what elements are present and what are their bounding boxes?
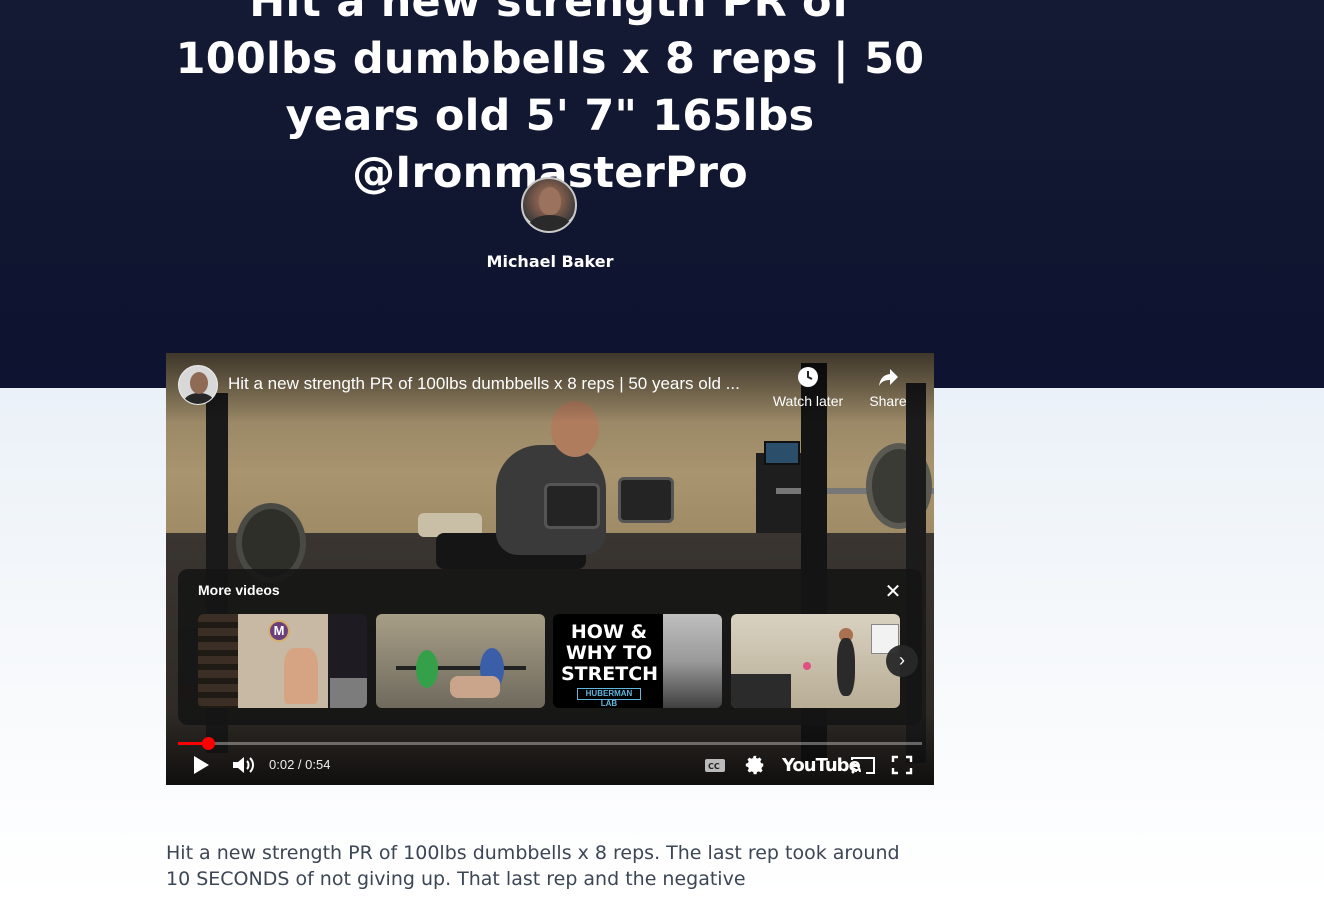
thumbnail-title: HOW & WHY TO STRETCH: [561, 621, 659, 685]
cast-icon: [851, 757, 875, 774]
cast-button[interactable]: [850, 753, 876, 777]
author-avatar[interactable]: [521, 177, 577, 233]
more-video-thumbnail[interactable]: [376, 614, 545, 708]
article-description: Hit a new strength PR of 100lbs dumbbell…: [166, 842, 900, 890]
video-title[interactable]: Hit a new strength PR of 100lbs dumbbell…: [228, 374, 768, 394]
play-icon: [194, 756, 209, 774]
scrubber-handle[interactable]: [201, 737, 215, 750]
volume-icon: [233, 757, 254, 773]
youtube-logo[interactable]: YouTube: [782, 755, 861, 779]
captions-button[interactable]: CC: [704, 753, 726, 777]
captions-icon: CC: [705, 759, 725, 772]
svg-text:CC: CC: [708, 762, 720, 771]
play-button[interactable]: [190, 753, 212, 777]
share-icon: [879, 369, 898, 386]
more-videos-panel: More videos ✕ M HOW & WHY TO STRETCH HUB…: [178, 569, 922, 725]
chevron-right-icon[interactable]: ›: [886, 645, 918, 677]
volume-button[interactable]: [231, 753, 257, 777]
channel-avatar[interactable]: [178, 365, 218, 405]
thumbnail-badge: M: [268, 620, 290, 642]
thumbnail-channel: HUBERMAN LAB: [577, 688, 641, 708]
settings-icon: [745, 755, 764, 775]
more-video-thumbnail[interactable]: [731, 614, 900, 708]
watch-later-button[interactable]: Watch later: [770, 365, 846, 409]
watch-later-label: Watch later: [772, 393, 844, 409]
share-label: Share: [869, 393, 907, 409]
share-button[interactable]: Share: [858, 365, 918, 409]
fullscreen-button[interactable]: [891, 753, 913, 777]
more-video-thumbnail[interactable]: HOW & WHY TO STRETCH HUBERMAN LAB: [553, 614, 722, 708]
page-title: Hit a new strength PR of 100lbs dumbbell…: [175, 0, 925, 198]
settings-button[interactable]: [744, 753, 766, 777]
video-player[interactable]: Hit a new strength PR of 100lbs dumbbell…: [166, 353, 934, 785]
more-video-thumbnail[interactable]: M: [198, 614, 367, 708]
time-display: 0:02 / 0:54: [269, 757, 331, 772]
fullscreen-icon: [891, 755, 913, 775]
clock-icon: [798, 367, 818, 387]
close-icon[interactable]: ✕: [882, 581, 904, 603]
more-videos-heading: More videos: [198, 582, 280, 598]
author-name[interactable]: Michael Baker: [450, 252, 650, 271]
progress-bar[interactable]: [178, 737, 922, 750]
